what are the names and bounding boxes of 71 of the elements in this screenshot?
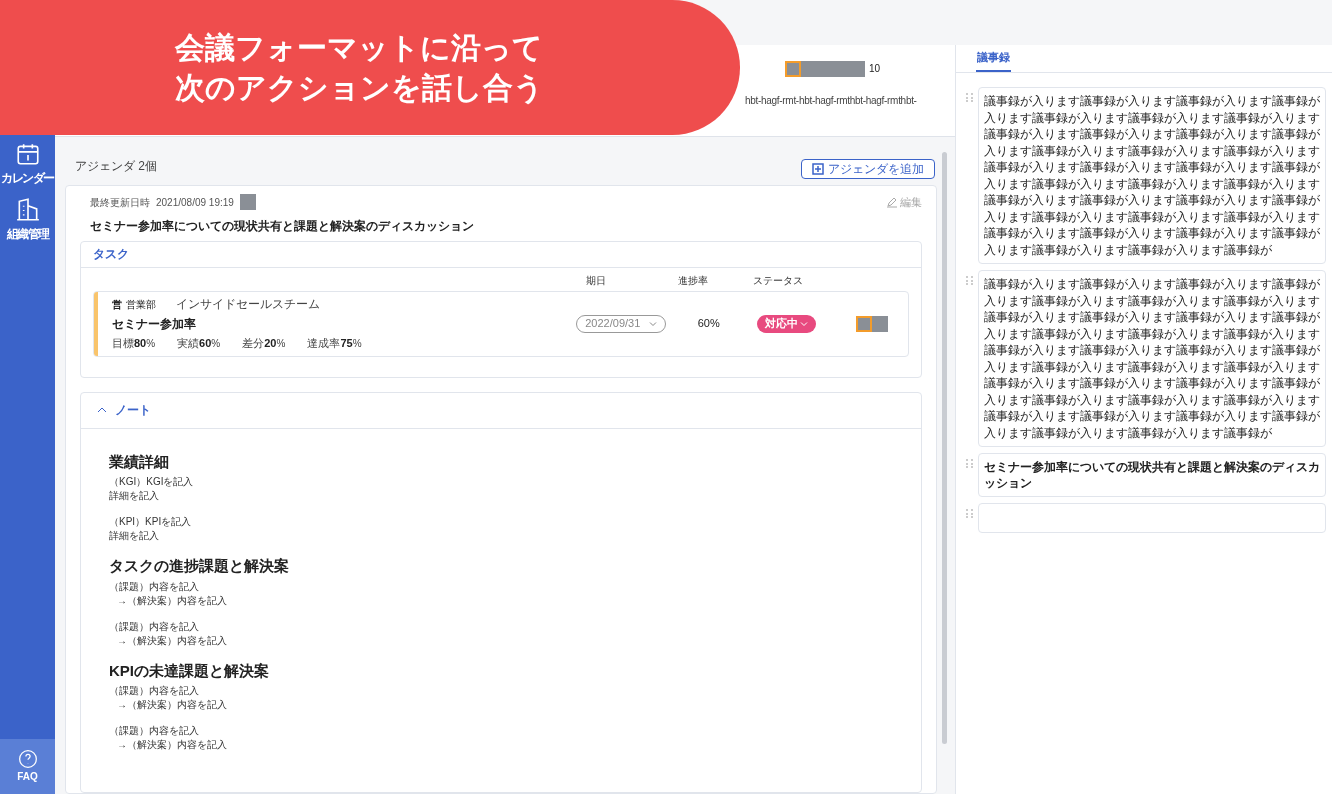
minutes-heading-block[interactable]: セミナー参加率についての現状共有と課題と解決案のディスカッション (978, 453, 1326, 497)
task-row[interactable]: 営 営業部 インサイドセールスチーム セミナー参加率 目標80% 実績60% 差分20% 達成率75% 2022/09/31 60% 対応中 (93, 290, 909, 357)
building-icon (14, 197, 41, 223)
help-icon (17, 749, 38, 769)
chevron-down-icon (800, 319, 808, 328)
progress-value: 60% (696, 316, 721, 332)
note-heading: ノート (115, 402, 151, 419)
metric-text: 達成率75% (307, 336, 362, 352)
note-line: （課題）内容を記入 (109, 619, 200, 634)
nav-item[interactable]: カレンダー (0, 136, 55, 192)
callout-text: 会議フォーマットに沿って (175, 29, 543, 66)
note-line: 詳細を記入 (109, 529, 160, 543)
agenda-title: セミナー参加率についての現状共有と課題と解決案のディスカッション (89, 217, 475, 235)
drag-handle-icon[interactable] (966, 459, 974, 469)
note-line: （課題）内容を記入 (109, 579, 200, 594)
member-count: 10 (869, 62, 881, 76)
task-name: セミナー参加率 (111, 316, 197, 334)
plus-square-icon (812, 163, 824, 175)
avatar (785, 61, 801, 77)
note-section-heading: KPIの未達課題と解決案 (109, 660, 270, 681)
avatar (849, 61, 865, 77)
avatar (239, 194, 256, 211)
nav-item[interactable]: 組織管理 (0, 192, 55, 248)
task-heading: タスク (93, 246, 129, 263)
metric-text: 目標80% (111, 336, 156, 352)
drag-handle-icon[interactable] (966, 93, 974, 103)
chevron-down-icon (649, 319, 658, 328)
note-line: （KPI）KPIを記入 (109, 515, 193, 529)
department-icon: 営 (111, 296, 122, 312)
metric-text: 実績60% (177, 336, 221, 352)
note-section-heading: 業績詳細 (109, 451, 170, 472)
note-line: →（解決案）内容を記入 (116, 593, 228, 608)
department-name: 営業部 (125, 297, 156, 312)
minutes-text-block[interactable]: 議事録が入ります議事録が入ります議事録が入ります議事録が入ります議事録が入ります議事録が入ります議事録が入ります議事録が入ります議事録が入ります議事録が入ります議事録が入ります議事録が入ります議事録が入ります議事録が入ります議事録が入ります議事録が入ります議事録が入ります議事録が入ります議事録が入ります議事録が入ります議事録が入ります議事録が入ります議事録が入ります議事録が入ります議事録が入ります議事録が入ります議事録が入ります議事録が入ります議事録が入ります議事録が入ります議事録が入ります議事録が入ります議事録が入ります議事録が入ります議事録が (978, 87, 1326, 264)
note-line: （課題）内容を記入 (109, 724, 200, 738)
minutes-text-block[interactable]: 議事録が入ります議事録が入ります議事録が入ります議事録が入ります議事録が入ります議事録が入ります議事録が入ります議事録が入ります議事録が入ります議事録が入ります議事録が入ります議事録が入ります議事録が入ります議事録が入ります議事録が入ります議事録が入ります議事録が入ります議事録が入ります議事録が入ります議事録が入ります議事録が入ります議事録が入ります議事録が入ります議事録が入ります議事録が入ります議事録が入ります議事録が入ります議事録が入ります議事録が入ります議事録が入ります議事録が入ります議事録が入ります議事録が入ります議事録が入ります議事録が (978, 270, 1326, 447)
note-section-heading: タスクの進捗課題と解決案 (109, 556, 290, 576)
drag-handle-icon[interactable] (966, 509, 974, 519)
updated-time: 2021/08/09 19:19 (156, 195, 234, 210)
faq-button[interactable]: FAQ (0, 739, 55, 794)
scrollbar[interactable] (941, 152, 947, 744)
avatar (872, 315, 888, 332)
faq-label: FAQ (17, 770, 38, 784)
note-line: →（解決案）内容を記入 (116, 633, 228, 648)
status-pill[interactable]: 対応中 (757, 314, 816, 333)
nav-label: 組織管理 (6, 226, 49, 243)
meeting-link[interactable]: hbt-hagf-rmt-hbt-hagf-rmthbt-hagf-rmthbt- (745, 93, 917, 108)
team-name: インサイドセールスチーム (175, 296, 320, 314)
add-agenda-button[interactable]: アジェンダを追加 (801, 159, 935, 179)
metric-text: 差分20% (242, 336, 286, 352)
note-line: （KGI）KGIを記入 (109, 475, 195, 489)
calendar-icon (14, 141, 41, 167)
avatar (801, 61, 817, 77)
note-line: →（解決案）内容を記入 (116, 738, 228, 752)
note-line: （課題）内容を記入 (109, 684, 200, 698)
column-header: 進捗率 (678, 273, 709, 288)
chevron-icon (97, 405, 107, 415)
empty-minutes-block[interactable] (978, 503, 1326, 533)
note-line: →（解決案）内容を記入 (116, 698, 228, 712)
edit-icon (886, 196, 898, 209)
note-line: 詳細を記入 (109, 489, 160, 503)
note-header[interactable]: ノート (81, 392, 921, 429)
agenda-count: アジェンダ 2個 (74, 158, 157, 175)
minutes-tab[interactable]: 議事録 (976, 48, 1011, 72)
updated-label: 最終更新日時 (90, 195, 150, 210)
nav-label: カレンダー (1, 170, 54, 187)
column-header: 期日 (586, 273, 607, 288)
avatar (856, 315, 872, 332)
drag-handle-icon[interactable] (966, 276, 974, 286)
callout-text: 次のアクションを話し合う (175, 69, 544, 106)
column-header: ステータス (753, 273, 804, 288)
